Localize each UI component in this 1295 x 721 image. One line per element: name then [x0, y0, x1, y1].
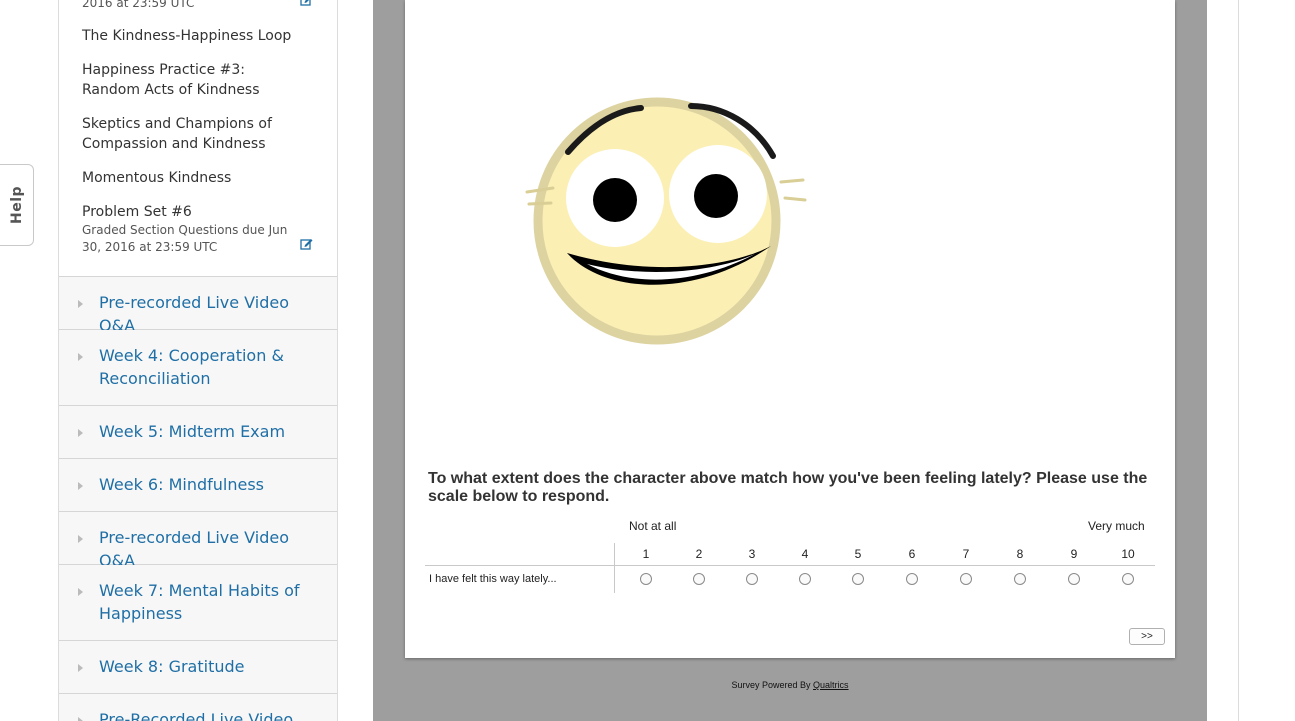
matrix-row-label: I have felt this way lately... — [429, 573, 557, 585]
subsection-list: 2016 at 23:59 UTC The Kindness-Happiness… — [59, 0, 337, 277]
chapter-prerecorded-qa-1[interactable]: Pre-recorded Live Video Q&A — [59, 277, 337, 335]
caret-right-icon — [78, 535, 83, 543]
chapter-label: Week 4: Cooperation & Reconciliation — [99, 346, 284, 388]
chapter-week-8[interactable]: Week 8: Gratitude — [59, 641, 337, 694]
scale-anchor-low: Not at all — [629, 519, 677, 533]
chapter-label: Week 7: Mental Habits of Happiness — [99, 581, 300, 623]
help-tab[interactable]: Help — [0, 164, 34, 246]
scale-label-1: 1 — [642, 547, 650, 561]
chapter-label: Pre-Recorded Live Video Q&A — [99, 710, 294, 721]
subsection-random-acts-of-kindness[interactable]: Happiness Practice #3: Random Acts of Ki… — [82, 60, 307, 100]
caret-right-icon — [78, 482, 83, 490]
chapter-week-4[interactable]: Week 4: Cooperation & Reconciliation — [59, 330, 337, 406]
survey-footer: Survey Powered By Qualtrics — [373, 680, 1207, 690]
course-navigation: 2016 at 23:59 UTC The Kindness-Happiness… — [58, 0, 338, 721]
caret-right-icon — [78, 588, 83, 596]
question-text: To what extent does the character above … — [428, 470, 1148, 505]
scale-label-7: 7 — [962, 547, 970, 561]
chapter-label: Week 5: Midterm Exam — [99, 422, 286, 441]
rating-radio-10[interactable] — [1122, 573, 1134, 585]
scale-label-4: 4 — [801, 547, 809, 561]
content-right-margin — [1207, 0, 1239, 721]
next-button[interactable]: >> — [1129, 628, 1165, 645]
subsection-problem-set-6[interactable]: Problem Set #6 — [82, 202, 307, 222]
subsection-kindness-happiness-loop[interactable]: The Kindness-Happiness Loop — [82, 26, 307, 46]
scale-anchor-high: Very much — [1088, 519, 1145, 533]
scale-label-10: 10 — [1121, 547, 1135, 561]
problem-set-due-date: Graded Section Questions due Jun 30, 201… — [82, 223, 288, 254]
smiley-face-illustration — [525, 97, 807, 345]
powered-by-text: Survey Powered By — [731, 680, 814, 690]
rating-radio-6[interactable] — [906, 573, 918, 585]
matrix-divider-vertical — [614, 543, 615, 593]
chapter-label: Week 8: Gratitude — [99, 657, 245, 676]
due-date-text: 2016 at 23:59 UTC — [82, 0, 195, 10]
rating-radio-3[interactable] — [746, 573, 758, 585]
rating-radio-2[interactable] — [693, 573, 705, 585]
matrix-divider-horizontal — [425, 565, 1155, 566]
chapter-week-5[interactable]: Week 5: Midterm Exam — [59, 406, 337, 459]
caret-right-icon — [78, 353, 83, 361]
rating-radio-5[interactable] — [852, 573, 864, 585]
chapter-week-7[interactable]: Week 7: Mental Habits of Happiness — [59, 565, 337, 641]
rating-radio-4[interactable] — [799, 573, 811, 585]
rating-radio-7[interactable] — [960, 573, 972, 585]
chapter-prerecorded-qa-2[interactable]: Pre-recorded Live Video Q&A — [59, 512, 337, 570]
caret-right-icon — [78, 664, 83, 672]
scale-label-2: 2 — [695, 547, 703, 561]
caret-right-icon — [78, 717, 83, 721]
chapter-prerecorded-qa-3[interactable]: Pre-Recorded Live Video Q&A — [59, 694, 337, 721]
scale-label-5: 5 — [854, 547, 862, 561]
edit-icon — [300, 0, 311, 6]
scale-label-6: 6 — [908, 547, 916, 561]
chapter-week-6[interactable]: Week 6: Mindfulness — [59, 459, 337, 512]
survey-card: To what extent does the character above … — [405, 0, 1175, 658]
rating-radio-9[interactable] — [1068, 573, 1080, 585]
scale-label-8: 8 — [1016, 547, 1024, 561]
edit-icon — [300, 239, 313, 250]
caret-right-icon — [78, 429, 83, 437]
rating-radio-8[interactable] — [1014, 573, 1026, 585]
scale-label-9: 9 — [1070, 547, 1078, 561]
rating-matrix: Not at all Very much 1 2 3 4 5 6 7 8 9 1… — [425, 516, 1157, 596]
subsection-skeptics-and-champions[interactable]: Skeptics and Champions of Compassion and… — [82, 114, 307, 154]
scale-label-3: 3 — [748, 547, 756, 561]
subsection-momentous-kindness[interactable]: Momentous Kindness — [82, 168, 307, 188]
rating-radio-1[interactable] — [640, 573, 652, 585]
caret-right-icon — [78, 300, 83, 308]
help-label: Help — [8, 185, 25, 225]
chapter-label: Week 6: Mindfulness — [99, 475, 264, 494]
qualtrics-link[interactable]: Qualtrics — [813, 680, 849, 690]
